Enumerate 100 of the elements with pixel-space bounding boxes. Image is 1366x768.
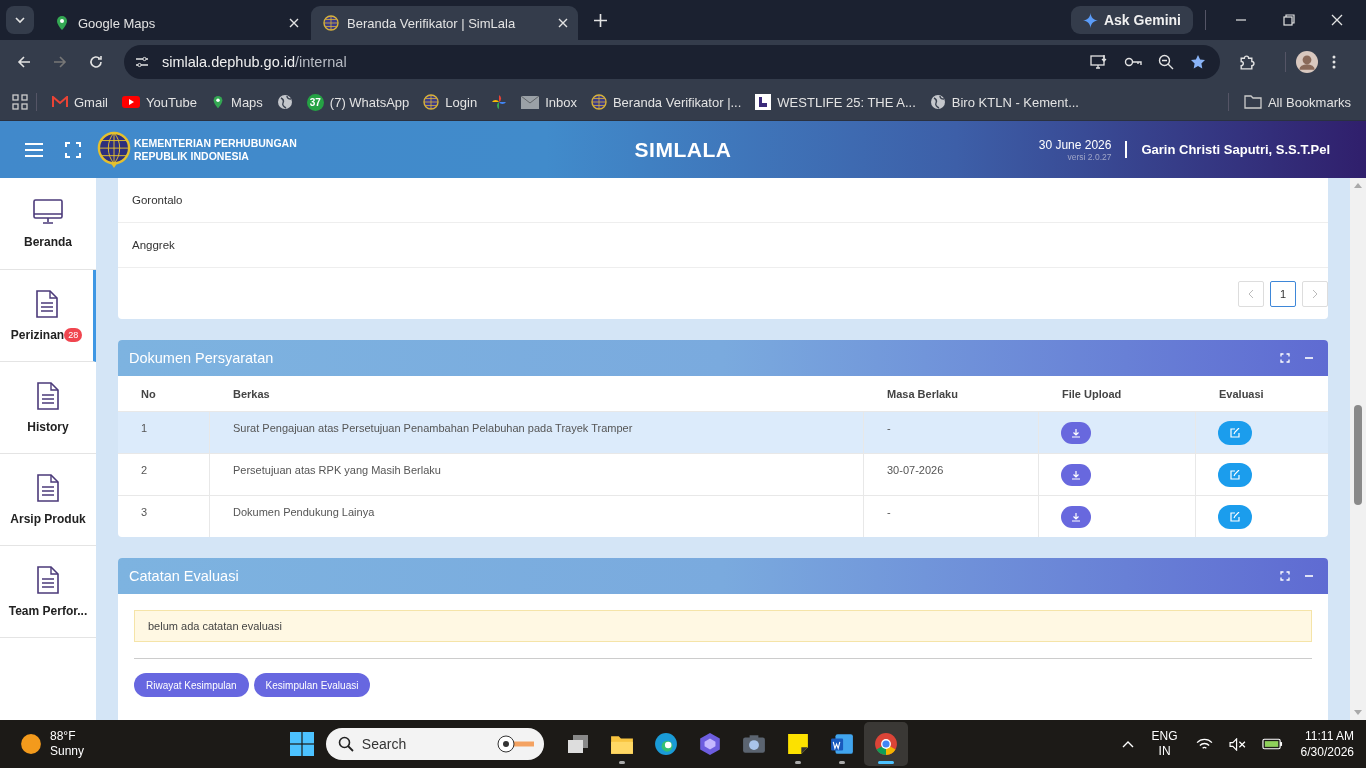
hexagon-icon — [697, 732, 722, 756]
folder-icon — [1243, 95, 1262, 109]
current-date: 30 June 2026 — [1038, 137, 1112, 152]
edit-icon — [1230, 511, 1240, 522]
menu-icon[interactable] — [25, 142, 43, 157]
language-indicator[interactable]: ENG IN — [1151, 729, 1178, 759]
sidebar-item[interactable]: History — [0, 362, 96, 454]
panel-title: Catatan Evaluasi — [129, 568, 240, 584]
bookmark[interactable]: WESTLIFE 25: THE A... — [748, 94, 923, 110]
sticky-note-icon — [786, 733, 809, 755]
sidebar-item[interactable]: Beranda — [0, 178, 96, 270]
square-logo-icon — [755, 94, 772, 110]
bookmark[interactable]: Login — [416, 94, 485, 110]
ask-gemini-button[interactable]: Ask Gemini — [1070, 6, 1193, 34]
column-header: Masa Berlaku — [886, 387, 959, 400]
reload-icon[interactable] — [88, 54, 104, 70]
sidebar-item[interactable]: Perizinan 28 — [0, 270, 96, 362]
envelope-icon — [521, 95, 540, 109]
expand-icon[interactable] — [1280, 571, 1290, 581]
action-button[interactable]: Kesimpulan Evaluasi — [253, 673, 371, 697]
soccer-ball-icon — [495, 734, 536, 754]
search-field[interactable]: Search — [325, 728, 544, 760]
browser-tab[interactable]: Google Maps — [42, 6, 309, 40]
windows-start-icon[interactable] — [289, 732, 314, 756]
action-button[interactable]: Riwayat Kesimpulan — [134, 673, 249, 697]
sparkle-icon — [1082, 12, 1098, 28]
extensions-icon[interactable] — [1238, 53, 1255, 71]
wifi-icon[interactable] — [1195, 737, 1213, 751]
chevron-down-icon — [14, 14, 26, 26]
battery-icon[interactable] — [1261, 738, 1283, 750]
edit-button[interactable] — [1218, 504, 1252, 529]
bookmark[interactable]: Gmail — [45, 94, 115, 110]
chevron-up-icon[interactable] — [1121, 740, 1134, 748]
install-app-icon[interactable] — [1090, 54, 1108, 70]
download-button[interactable] — [1061, 421, 1091, 444]
column-header: Evaluasi — [1218, 387, 1265, 400]
bookmark[interactable]: YouTube — [114, 94, 205, 110]
scrollbar[interactable] — [1350, 178, 1366, 720]
restore-icon[interactable] — [1283, 14, 1295, 26]
close-icon[interactable] — [558, 18, 568, 28]
bookmark[interactable]: Beranda Verifikator |... — [583, 94, 749, 110]
address-bar[interactable]: simlala.dephub.go.id/internal — [124, 45, 1220, 79]
bookmark[interactable]: Maps — [204, 94, 270, 110]
edit-icon — [1230, 427, 1240, 438]
notification-badge: 37 — [306, 93, 324, 111]
zoom-out-icon[interactable] — [1158, 54, 1174, 70]
all-bookmarks-button[interactable]: All Bookmarks — [1236, 94, 1358, 110]
globe-emblem-icon — [97, 130, 131, 169]
clock-time[interactable]: 11:11 AM — [1305, 728, 1354, 744]
tab-search-button[interactable] — [6, 6, 34, 34]
download-icon — [1071, 511, 1081, 522]
sidebar-item[interactable]: Team Perfor... — [0, 546, 96, 638]
download-button[interactable] — [1061, 463, 1091, 486]
user-name[interactable]: Garin Christi Saputri, S.S.T.Pel — [1141, 142, 1330, 157]
table-row[interactable]: 1 Surat Pengajuan atas Persetujuan Penambahan Pelabuhan pada Trayek Tramper - — [118, 411, 1328, 453]
table-row[interactable]: 3 Dokumen Pendukung Lainya - — [118, 495, 1328, 537]
table-cell: - — [864, 496, 1039, 537]
taskbar-app[interactable] — [863, 722, 908, 766]
table-cell: 2 — [118, 454, 210, 495]
new-tab-icon[interactable] — [594, 13, 607, 27]
fullscreen-icon[interactable] — [65, 141, 81, 158]
sidebar-label: Team Perfor... — [8, 603, 88, 618]
monitor-icon — [33, 198, 63, 225]
forward-icon[interactable] — [52, 54, 68, 70]
back-icon[interactable] — [16, 54, 32, 70]
scrollbar-thumb[interactable] — [1354, 405, 1362, 505]
table-cell: 30-07-2026 — [864, 454, 1039, 495]
browser-icon — [653, 732, 678, 756]
sidebar-item[interactable]: Arsip Produk — [0, 454, 96, 546]
apps-grid-icon[interactable] — [12, 94, 28, 110]
sidebar-label: Arsip Produk — [10, 511, 86, 526]
page-button[interactable]: 1 — [1270, 280, 1296, 307]
browser-tab[interactable]: Beranda Verifikator | SimLala — [311, 6, 578, 40]
speaker-muted-icon[interactable] — [1228, 737, 1246, 751]
document-icon — [35, 289, 58, 318]
edit-button[interactable] — [1218, 462, 1252, 487]
map-pin-icon — [54, 15, 70, 31]
globe-logo-icon — [423, 94, 440, 110]
panel-title: Dokumen Persyaratan — [129, 350, 275, 366]
bookmark[interactable]: Biro KTLN - Kement... — [922, 94, 1086, 110]
camera-icon — [741, 734, 766, 754]
play-icon — [121, 96, 140, 108]
close-icon[interactable] — [1331, 14, 1343, 26]
menu-icon[interactable] — [1332, 54, 1336, 70]
download-icon — [1071, 469, 1081, 480]
profile-avatar[interactable] — [1296, 51, 1318, 73]
close-icon[interactable] — [289, 18, 299, 28]
star-icon[interactable] — [1190, 54, 1206, 70]
site-settings-icon[interactable] — [134, 54, 150, 70]
bookmark[interactable]: Inbox — [514, 94, 584, 110]
table-row[interactable]: 2 Persetujuan atas RPK yang Masih Berlaku 30-07-2026 — [118, 453, 1328, 495]
expand-icon[interactable] — [1280, 353, 1290, 363]
download-button[interactable] — [1061, 505, 1091, 528]
globe-icon — [276, 94, 293, 110]
bookmark[interactable]: 37 (7) WhatsApp — [299, 93, 417, 111]
key-icon[interactable] — [1124, 56, 1142, 68]
sidebar-label: Perizinan — [10, 327, 65, 342]
clock-date[interactable]: 6/30/2026 — [1300, 744, 1354, 760]
pinwheel-icon — [491, 94, 508, 110]
weather-condition: Sunny — [50, 744, 85, 759]
